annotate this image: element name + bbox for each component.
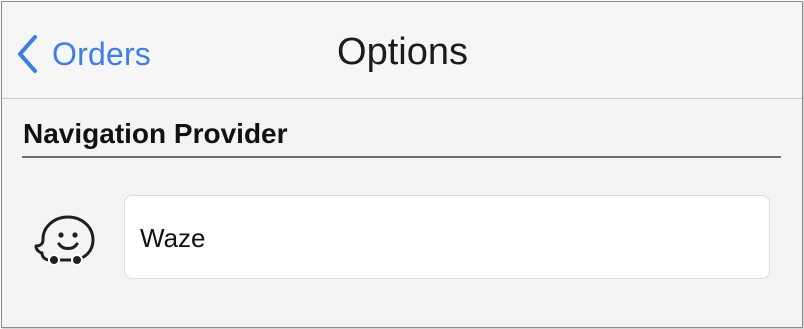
app-window: Orders Options Navigation Provider Waze — [1, 1, 803, 328]
navigation-bar: Orders Options — [2, 2, 802, 99]
options-content: Navigation Provider Waze — [2, 99, 802, 327]
navigation-provider-value: Waze — [140, 223, 206, 253]
waze-icon — [33, 213, 95, 267]
section-title: Navigation Provider — [23, 118, 288, 149]
section-header: Navigation Provider — [22, 116, 781, 158]
page-title: Options — [337, 31, 468, 73]
navigation-provider-select[interactable]: Waze — [124, 195, 770, 279]
navigation-provider-row: Waze — [2, 195, 802, 283]
